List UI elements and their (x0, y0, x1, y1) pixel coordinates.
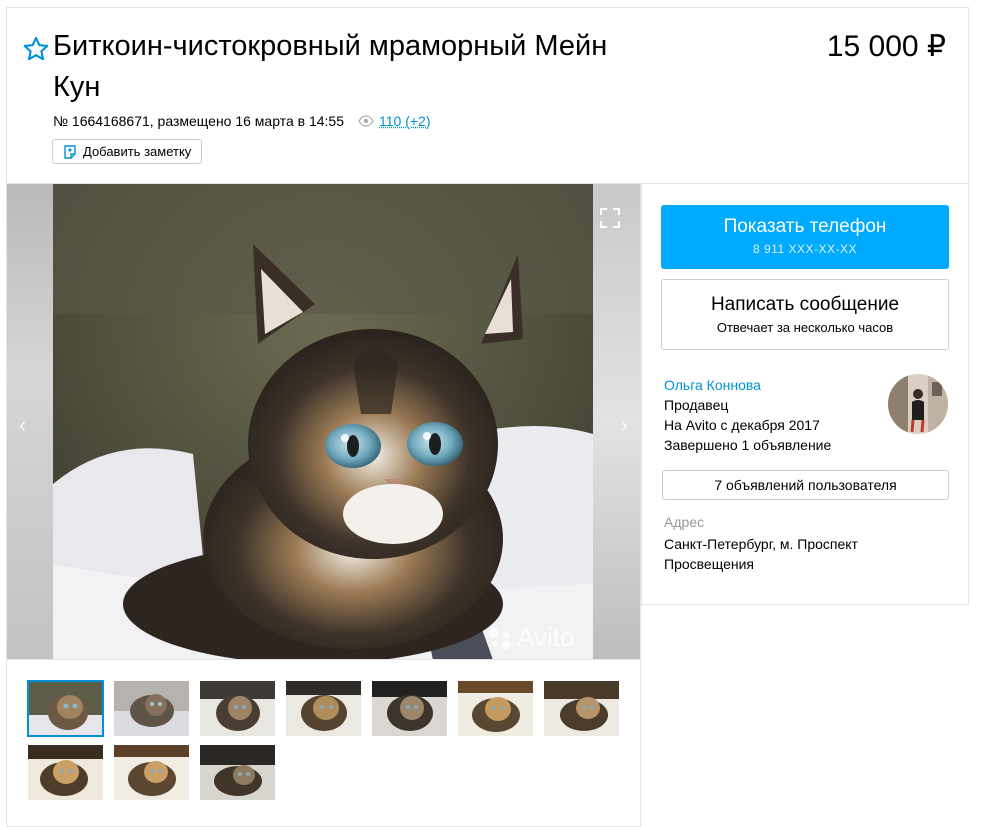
avito-logo-dots (489, 627, 511, 649)
note-icon (64, 144, 76, 159)
avito-watermark: Avito (487, 622, 574, 653)
thumbnail[interactable] (544, 681, 619, 736)
views-count[interactable]: 110 (+2) (379, 111, 431, 131)
address-label: Адрес (664, 514, 705, 530)
seller-name-link[interactable]: Ольга Коннова (664, 375, 831, 395)
eye-icon (358, 115, 374, 127)
response-time: Отвечает за несколько часов (716, 320, 894, 335)
photo-blur-right (593, 184, 640, 659)
write-message-button[interactable]: Написать сообщение Отвечает за несколько… (661, 279, 949, 350)
photo-gallery: ‹ › Avito (6, 183, 641, 827)
star-icon[interactable] (22, 35, 50, 63)
thumbnail[interactable] (28, 745, 103, 800)
show-phone-button[interactable]: Показать телефон 8 911 XXX-XX-XX (661, 205, 949, 269)
arrow-left-icon[interactable]: ‹ (19, 412, 26, 438)
address-value: Санкт-Петербург, м. Проспект Просвещения (664, 536, 858, 572)
watermark-text: Avito (517, 622, 575, 652)
seller-info: Ольга Коннова Продавец На Avito с декабр… (664, 375, 831, 455)
thumbnail[interactable] (200, 681, 275, 736)
thumbnail[interactable] (458, 681, 533, 736)
show-phone-label: Показать телефон (723, 216, 887, 237)
user-ads-button[interactable]: 7 объявлений пользователя (662, 470, 949, 500)
thumbnail[interactable] (286, 681, 361, 736)
arrow-right-icon[interactable]: › (621, 412, 628, 438)
thumbnail[interactable] (372, 681, 447, 736)
thumbnail[interactable] (27, 680, 104, 737)
listing-meta: № 1664168671, размещено 16 марта в 14:55… (53, 111, 431, 131)
main-photo[interactable]: ‹ › Avito (7, 184, 640, 660)
avatar[interactable] (888, 374, 948, 434)
seller-role: Продавец (664, 397, 729, 413)
thumbnail[interactable] (114, 681, 189, 736)
thumbnail[interactable] (200, 745, 275, 800)
listing-title: Биткоин-чистокровный мраморный Мейн Кун (53, 30, 608, 103)
seller-completed: Завершено 1 объявление (664, 437, 832, 453)
seller-since: На Avito с декабря 2017 (664, 417, 820, 433)
listing-id-date: № 1664168671, размещено 16 марта в 14:55 (53, 113, 344, 129)
photo-blur-left (7, 184, 53, 659)
thumbnail[interactable] (114, 745, 189, 800)
phone-masked: 8 911 XXX-XX-XX (753, 242, 857, 256)
listing-price: 15 000 ₽ (826, 30, 946, 63)
add-note-label: Добавить заметку (83, 144, 192, 159)
add-note-button[interactable]: Добавить заметку (52, 139, 203, 164)
fullscreen-icon[interactable] (598, 206, 622, 230)
contact-sidebar: Показать телефон 8 911 XXX-XX-XX Написат… (641, 183, 969, 605)
write-message-label: Написать сообщение (710, 294, 900, 315)
kitten-photo (53, 184, 593, 659)
listing-header: Биткоин-чистокровный мраморный Мейн Кун … (6, 7, 969, 184)
